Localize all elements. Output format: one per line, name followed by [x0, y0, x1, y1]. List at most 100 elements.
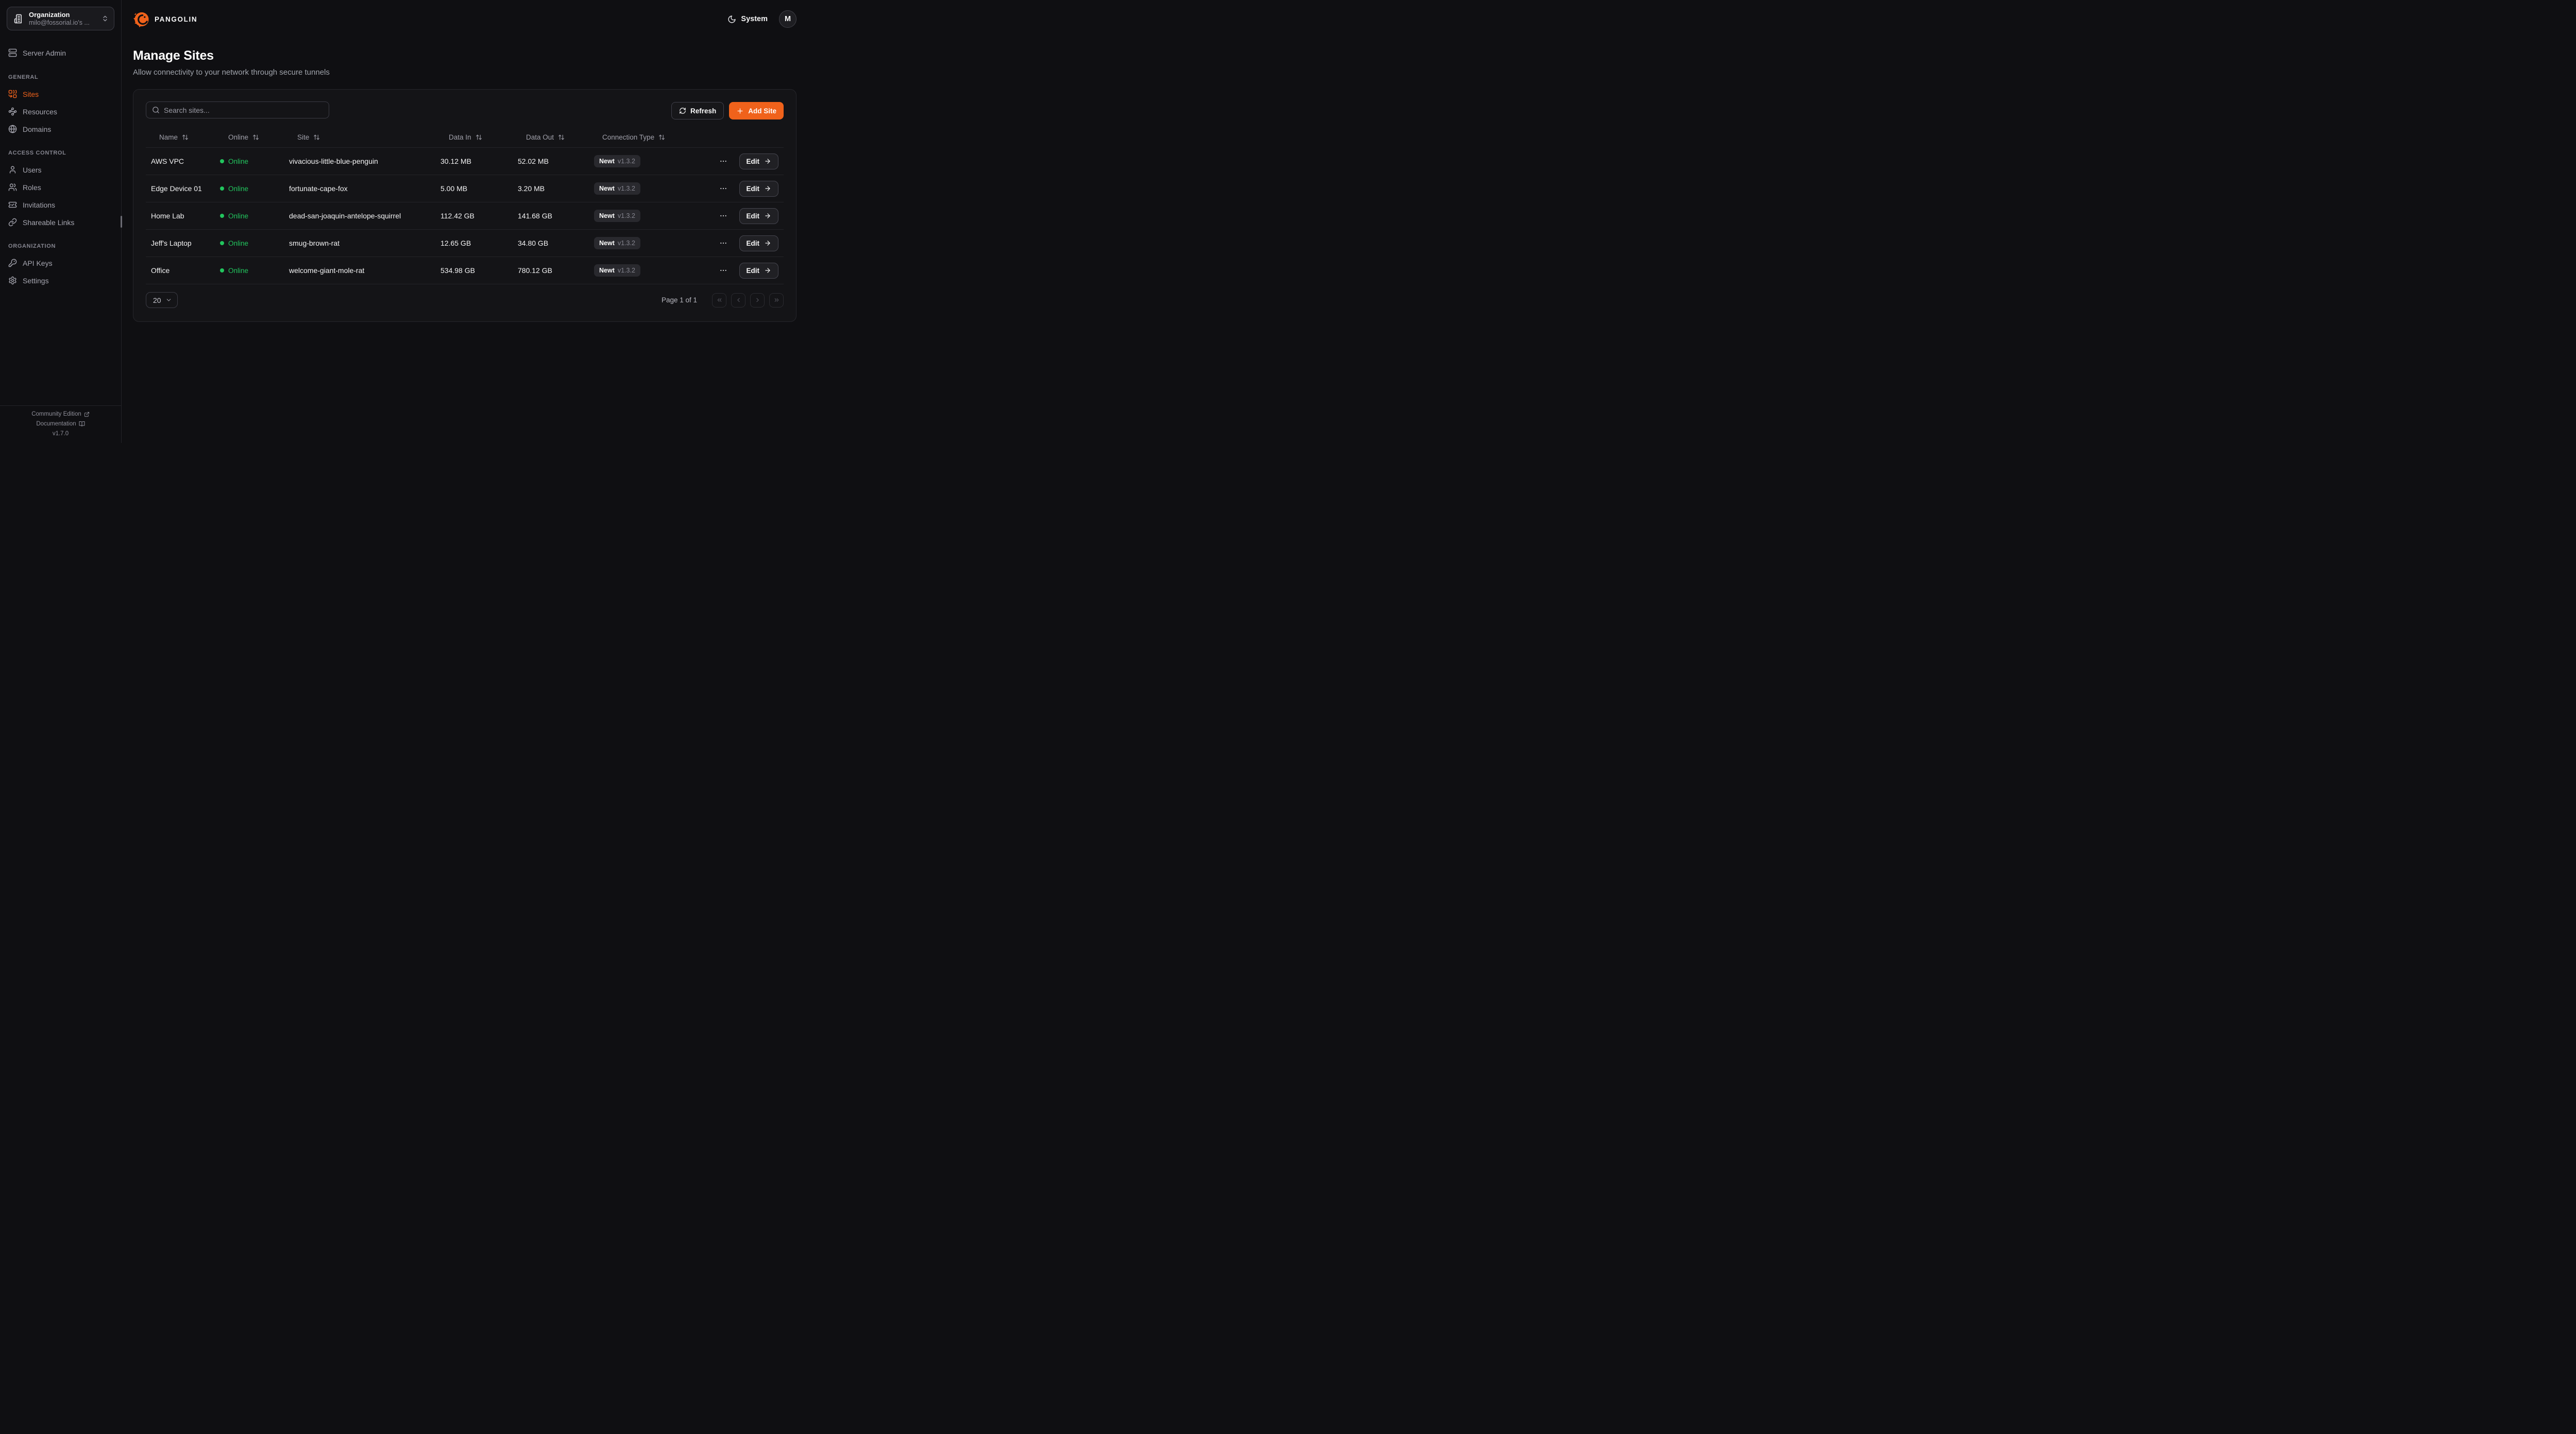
documentation-label: Documentation: [36, 421, 76, 427]
gear-icon: [8, 276, 17, 285]
row-actions: Edit: [692, 263, 784, 279]
main-content: PANGOLIN System M Manage Sites Allow con…: [122, 0, 808, 443]
theme-label: System: [741, 15, 768, 23]
edit-label: Edit: [747, 158, 760, 165]
connection-type-version: v1.3.2: [618, 185, 635, 192]
waypoints-icon: [8, 107, 17, 116]
row-menu-button[interactable]: [719, 157, 727, 165]
table-body: AWS VPC Online vivacious-little-blue-pen…: [146, 148, 784, 284]
page-size-select[interactable]: 20: [146, 292, 178, 308]
sidebar-item-resources[interactable]: Resources: [0, 103, 121, 120]
sidebar-item-label: Users: [23, 166, 42, 174]
connection-type-name: Newt: [599, 212, 615, 219]
refresh-button[interactable]: Refresh: [671, 102, 724, 120]
sidebar-item-label: API Keys: [23, 259, 53, 267]
edit-label: Edit: [747, 212, 760, 220]
online-status-label: Online: [228, 158, 248, 165]
theme-toggle[interactable]: System: [727, 15, 768, 24]
sidebar-item-settings[interactable]: Settings: [0, 272, 121, 289]
sidebar-item-sites[interactable]: Sites: [0, 86, 121, 103]
sort-icon: [313, 134, 320, 141]
column-header-data-out[interactable]: Data Out: [518, 133, 594, 141]
row-menu-button[interactable]: [719, 239, 727, 247]
chevron-left-icon: [735, 297, 742, 303]
row-menu-button[interactable]: [719, 266, 727, 275]
edit-button[interactable]: Edit: [739, 208, 779, 224]
column-label: Site: [297, 133, 309, 141]
column-header-site[interactable]: Site: [289, 133, 440, 141]
sidebar-item-label: Server Admin: [23, 49, 66, 57]
row-menu-button[interactable]: [719, 184, 727, 193]
data-out-cell: 3.20 MB: [518, 184, 594, 193]
org-selector[interactable]: Organization milo@fossorial.io's ...: [7, 7, 114, 30]
community-edition-label: Community Edition: [31, 411, 81, 417]
combine-icon: [8, 90, 17, 98]
connection-type-version: v1.3.2: [618, 267, 635, 274]
row-actions: Edit: [692, 235, 784, 251]
connection-type-cell: Newt v1.3.2: [594, 182, 692, 195]
pagination: 20 Page 1 of 1: [146, 292, 784, 308]
sidebar-item-users[interactable]: Users: [0, 161, 121, 178]
previous-page-button[interactable]: [731, 293, 745, 308]
first-page-button[interactable]: [712, 293, 726, 308]
user-icon: [8, 165, 17, 174]
column-header-name[interactable]: Name: [146, 133, 220, 141]
chevron-down-icon: [165, 297, 172, 303]
community-edition-link[interactable]: Community Edition: [31, 411, 90, 417]
connection-type-name: Newt: [599, 267, 615, 274]
sidebar-item-invitations[interactable]: Invitations: [0, 196, 121, 213]
edit-button[interactable]: Edit: [739, 263, 779, 279]
online-dot: [220, 159, 224, 163]
sidebar-item-server-admin[interactable]: Server Admin: [0, 44, 121, 61]
site-slug-cell: fortunate-cape-fox: [289, 184, 440, 193]
connection-type-badge: Newt v1.3.2: [594, 155, 640, 167]
sidebar-item-label: Domains: [23, 125, 51, 133]
edit-button[interactable]: Edit: [739, 235, 779, 251]
data-out-cell: 780.12 GB: [518, 266, 594, 275]
edit-button[interactable]: Edit: [739, 153, 779, 169]
brand[interactable]: PANGOLIN: [133, 11, 197, 28]
sidebar-item-shareable-links[interactable]: Shareable Links: [0, 214, 121, 231]
sidebar-item-roles[interactable]: Roles: [0, 179, 121, 196]
column-label: Connection Type: [602, 133, 654, 141]
add-site-button[interactable]: Add Site: [729, 102, 784, 120]
avatar[interactable]: M: [779, 10, 796, 28]
link-icon: [8, 218, 17, 227]
column-header-connection-type[interactable]: Connection Type: [594, 133, 692, 141]
brand-name: PANGOLIN: [155, 15, 197, 23]
column-label: Online: [228, 133, 248, 141]
org-selector-text: Organization milo@fossorial.io's ...: [29, 11, 96, 27]
edit-button[interactable]: Edit: [739, 181, 779, 197]
building-icon: [14, 14, 24, 24]
online-dot: [220, 241, 224, 245]
arrow-right-icon: [764, 240, 771, 247]
site-name-cell: Edge Device 01: [146, 184, 220, 193]
data-out-cell: 52.02 MB: [518, 157, 594, 165]
next-page-button[interactable]: [750, 293, 765, 308]
online-dot: [220, 186, 224, 191]
online-status-label: Online: [228, 240, 248, 247]
column-header-data-in[interactable]: Data In: [440, 133, 518, 141]
sidebar-item-domains[interactable]: Domains: [0, 121, 121, 138]
data-in-cell: 112.42 GB: [440, 212, 518, 220]
site-slug-cell: welcome-giant-mole-rat: [289, 266, 440, 275]
search-input[interactable]: [164, 106, 323, 114]
last-page-button[interactable]: [769, 293, 784, 308]
server-icon: [8, 48, 17, 57]
sidebar-item-label: Resources: [23, 108, 57, 116]
page-title: Manage Sites: [133, 48, 796, 63]
column-header-online[interactable]: Online: [220, 133, 289, 141]
edit-label: Edit: [747, 240, 760, 247]
sort-icon: [558, 134, 565, 141]
search-box[interactable]: [146, 101, 329, 118]
sort-icon: [252, 134, 259, 141]
documentation-link[interactable]: Documentation: [36, 421, 84, 427]
edit-label: Edit: [747, 267, 760, 275]
sidebar-resize-handle[interactable]: [121, 216, 122, 228]
connection-type-badge: Newt v1.3.2: [594, 182, 640, 195]
row-menu-button[interactable]: [719, 212, 727, 220]
sidebar-item-api-keys[interactable]: API Keys: [0, 254, 121, 271]
chevrons-up-down-icon: [101, 15, 109, 22]
ticket-check-icon: [8, 200, 17, 209]
sidebar-footer: Community Edition Documentation v1.7.0: [0, 405, 121, 443]
